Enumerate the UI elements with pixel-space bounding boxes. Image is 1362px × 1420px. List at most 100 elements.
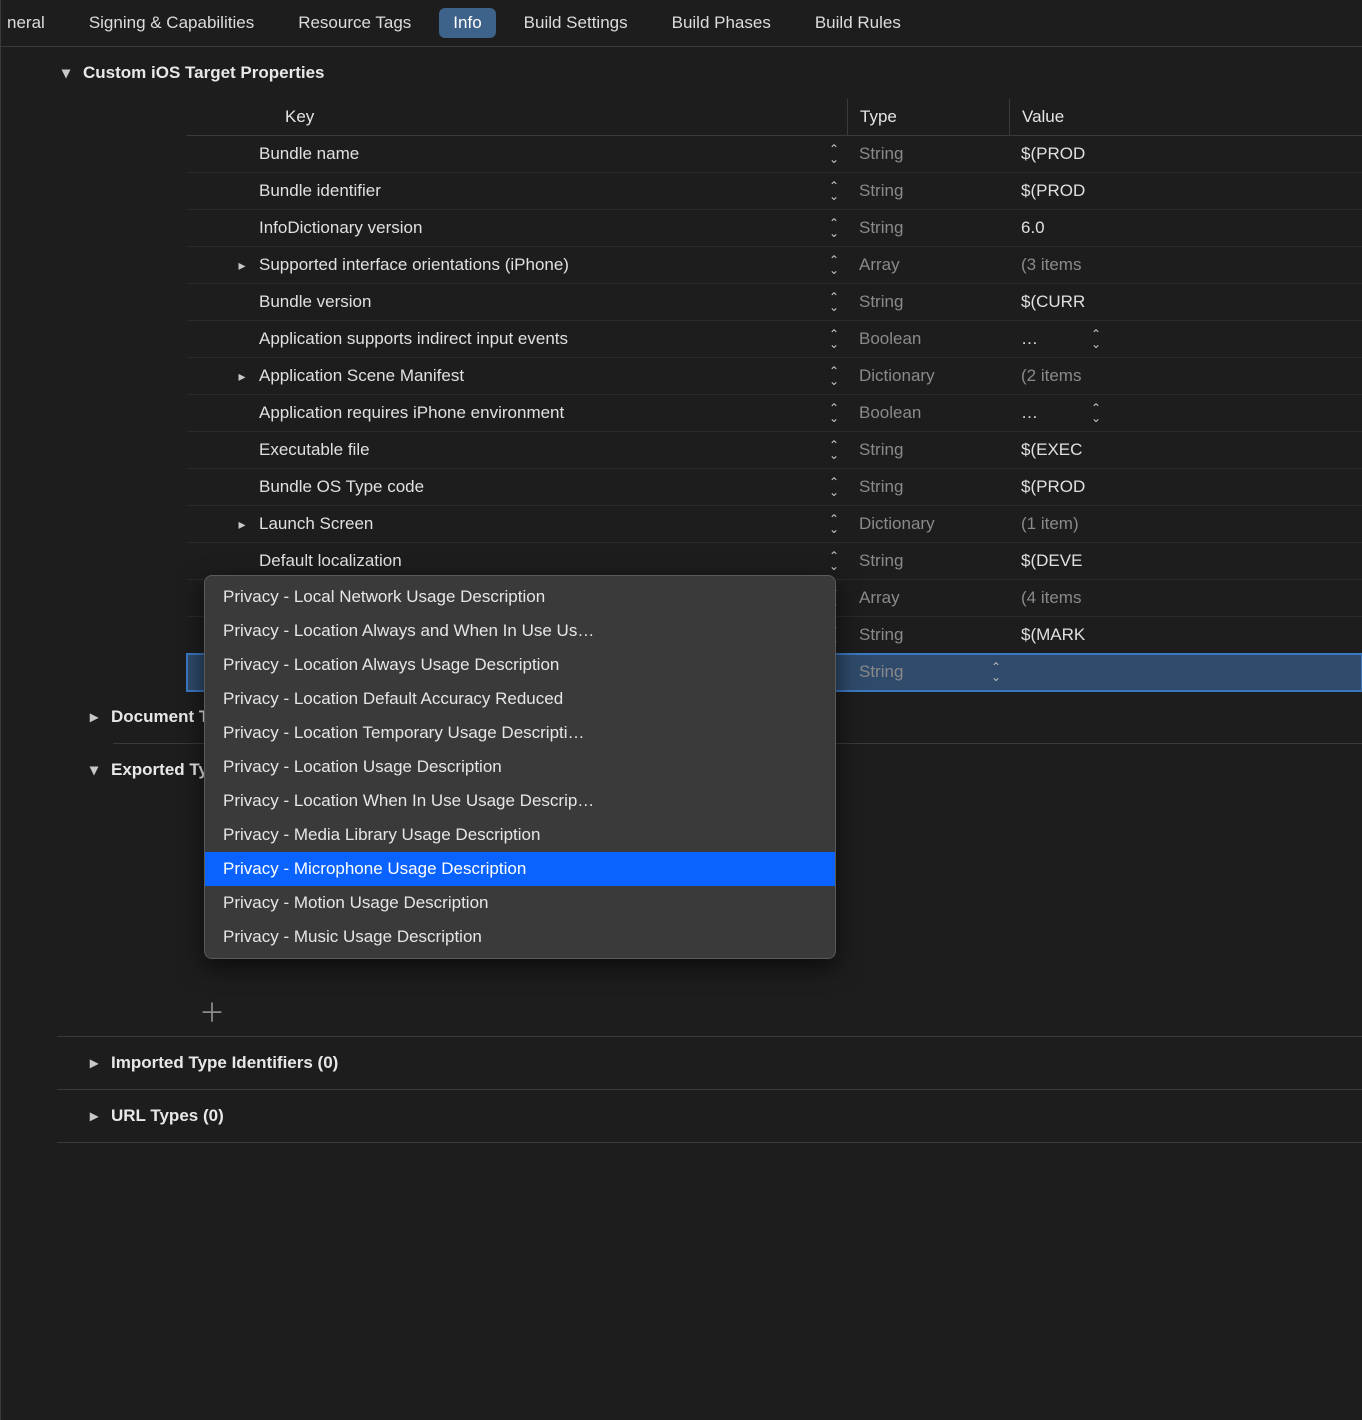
key-stepper-icon[interactable] [829, 255, 839, 275]
disclosure-icon[interactable] [231, 368, 253, 385]
plist-row[interactable]: Supported interface orientations (iPhone… [187, 247, 1362, 284]
autocomplete-option[interactable]: Privacy - Location Default Accuracy Redu… [205, 682, 835, 716]
plist-row[interactable]: Application requires iPhone environment B… [187, 395, 1362, 432]
type-cell[interactable]: String [847, 477, 1009, 497]
plist-row[interactable]: Launch Screen Dictionary (1 item) [187, 506, 1362, 543]
value-cell[interactable]: (3 items [1009, 255, 1109, 275]
key-text: Application requires iPhone environment [259, 403, 564, 423]
add-button[interactable]: ＋ [199, 986, 1362, 1036]
key-stepper-icon[interactable] [829, 440, 839, 460]
tab-resource-tags[interactable]: Resource Tags [276, 0, 433, 46]
type-cell[interactable]: Array [847, 255, 1009, 275]
autocomplete-option[interactable]: Privacy - Microphone Usage Description [205, 852, 835, 886]
autocomplete-option[interactable]: Privacy - Motion Usage Description [205, 886, 835, 920]
tab-info[interactable]: Info [439, 8, 495, 38]
value-text: (1 item) [1021, 514, 1079, 534]
value-cell[interactable]: … [1009, 329, 1109, 349]
column-header-value[interactable]: Value [1009, 99, 1109, 135]
tab-build-phases[interactable]: Build Phases [650, 0, 793, 46]
tab-general[interactable]: neral [1, 0, 67, 46]
plist-row[interactable]: Bundle name String$(PROD [187, 136, 1362, 173]
value-cell[interactable]: $(MARK [1009, 625, 1109, 645]
type-cell[interactable]: String [847, 181, 1009, 201]
plist-row[interactable]: Bundle identifier String $(PROD [187, 173, 1362, 210]
section-imported-type-identifiers[interactable]: Imported Type Identifiers (0) [57, 1037, 1362, 1089]
value-cell[interactable]: (2 items [1009, 366, 1109, 386]
type-cell[interactable]: Dictionary [847, 366, 1009, 386]
key-stepper-icon[interactable] [829, 218, 839, 238]
key-stepper-icon[interactable] [829, 181, 839, 201]
autocomplete-option[interactable]: Privacy - Location Usage Description [205, 750, 835, 784]
key-stepper-icon[interactable] [829, 329, 839, 349]
key-stepper-icon[interactable] [829, 514, 839, 534]
value-text: $(PROD [1021, 181, 1085, 201]
value-cell[interactable]: $(PROD [1009, 181, 1109, 201]
key-stepper-icon[interactable] [829, 403, 839, 423]
chevron-right-icon [85, 1053, 103, 1073]
section-url-types[interactable]: URL Types (0) [57, 1090, 1362, 1142]
type-cell[interactable]: Array [847, 588, 1009, 608]
value-stepper-icon[interactable] [1091, 403, 1101, 423]
section-title: Exported Typ [111, 760, 218, 780]
section-title: Document Ty [111, 707, 217, 727]
autocomplete-option[interactable]: Privacy - Location Always Usage Descript… [205, 648, 835, 682]
type-cell[interactable]: String [847, 144, 1009, 164]
key-text: Application supports indirect input even… [259, 329, 568, 349]
section-title: Imported Type Identifiers (0) [111, 1053, 338, 1073]
tab-signing[interactable]: Signing & Capabilities [67, 0, 276, 46]
value-stepper-icon[interactable] [1091, 329, 1101, 349]
plist-row[interactable]: Application supports indirect input even… [187, 321, 1362, 358]
chevron-down-icon [57, 63, 75, 83]
column-header-key[interactable]: Key [187, 107, 847, 127]
autocomplete-option[interactable]: Privacy - Location When In Use Usage Des… [205, 784, 835, 818]
type-cell[interactable]: Boolean [847, 329, 1009, 349]
value-text: $(EXEC [1021, 440, 1082, 460]
key-text: Supported interface orientations (iPhone… [259, 255, 569, 275]
value-cell[interactable]: … [1009, 403, 1109, 423]
type-cell[interactable]: String [847, 551, 1009, 571]
value-cell[interactable]: $(CURR [1009, 292, 1109, 312]
disclosure-icon[interactable] [231, 257, 253, 274]
autocomplete-option[interactable]: Privacy - Music Usage Description [205, 920, 835, 954]
autocomplete-option[interactable]: Privacy - Location Temporary Usage Descr… [205, 716, 835, 750]
value-cell[interactable]: $(DEVE [1009, 551, 1109, 571]
value-cell[interactable]: $(PROD [1009, 144, 1109, 164]
value-cell[interactable]: $(PROD [1009, 477, 1109, 497]
plist-row[interactable]: Executable fileString$(EXEC [187, 432, 1362, 469]
type-cell[interactable]: Boolean [847, 403, 1009, 423]
plist-row[interactable]: Application Scene ManifestDictionary(2 i… [187, 358, 1362, 395]
type-cell[interactable]: Dictionary [847, 514, 1009, 534]
key-stepper-icon[interactable] [829, 366, 839, 386]
autocomplete-option[interactable]: Privacy - Media Library Usage Descriptio… [205, 818, 835, 852]
autocomplete-option[interactable]: Privacy - Local Network Usage Descriptio… [205, 580, 835, 614]
type-cell[interactable]: String [847, 625, 1009, 645]
key-text: Bundle identifier [259, 181, 381, 201]
value-text: $(PROD [1021, 477, 1085, 497]
type-cell[interactable]: String [847, 218, 1009, 238]
type-cell[interactable]: String [847, 292, 1009, 312]
plist-row[interactable]: Bundle versionString$(CURR [187, 284, 1362, 321]
key-stepper-icon[interactable] [829, 292, 839, 312]
key-stepper-icon[interactable] [829, 551, 839, 571]
type-cell-text: String [859, 662, 903, 682]
key-text: Launch Screen [259, 514, 373, 534]
value-cell[interactable]: (1 item) [1009, 514, 1109, 534]
key-stepper-icon[interactable] [829, 477, 839, 497]
plist-row[interactable]: InfoDictionary versionString6.0 [187, 210, 1362, 247]
column-header-type[interactable]: Type [847, 99, 1009, 135]
autocomplete-option[interactable]: Privacy - Location Always and When In Us… [205, 614, 835, 648]
value-cell[interactable]: $(EXEC [1009, 440, 1109, 460]
type-stepper-icon[interactable] [991, 662, 1001, 682]
key-text: Bundle name [259, 144, 359, 164]
tab-build-settings[interactable]: Build Settings [502, 0, 650, 46]
section-custom-ios-target-properties[interactable]: Custom iOS Target Properties [57, 47, 1362, 99]
value-cell[interactable]: (4 items [1009, 588, 1109, 608]
plist-row[interactable]: Bundle OS Type codeString$(PROD [187, 469, 1362, 506]
tab-build-rules[interactable]: Build Rules [793, 0, 923, 46]
value-cell[interactable]: 6.0 [1009, 218, 1109, 238]
key-autocomplete-popup[interactable]: Privacy - Local Network Usage Descriptio… [204, 575, 836, 959]
type-cell[interactable]: String [847, 440, 1009, 460]
key-stepper-icon[interactable] [829, 144, 839, 164]
chevron-right-icon [85, 1106, 103, 1126]
disclosure-icon[interactable] [231, 516, 253, 533]
